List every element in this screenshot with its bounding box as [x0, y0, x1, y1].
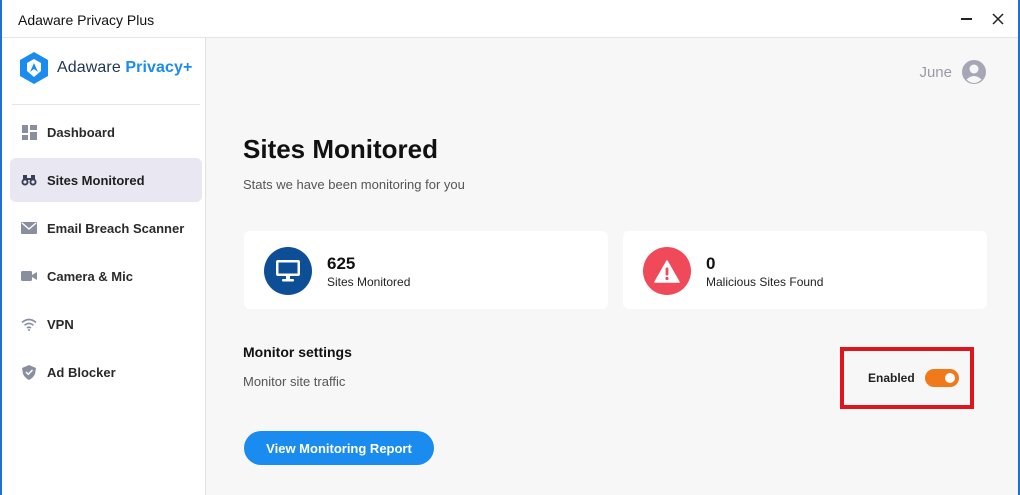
- window-title: Adaware Privacy Plus: [18, 12, 155, 28]
- toggle-knob: [944, 373, 955, 383]
- avatar-icon: [962, 60, 986, 84]
- minimize-icon: [960, 18, 972, 20]
- card-icon-circle: [643, 247, 691, 295]
- malicious-sites-label: Malicious Sites Found: [706, 275, 824, 289]
- sidebar-nav: Dashboard Sites Monitored Email Breach S…: [10, 104, 202, 398]
- brand-name: Adaware Privacy+: [57, 59, 193, 77]
- camera-icon: [21, 268, 37, 284]
- monitor-settings-title: Monitor settings: [243, 344, 352, 360]
- sites-monitored-card: 625 Sites Monitored: [244, 231, 608, 309]
- view-monitoring-report-button[interactable]: View Monitoring Report: [244, 431, 434, 465]
- close-button[interactable]: [984, 6, 1012, 32]
- sidebar-item-sites-monitored[interactable]: Sites Monitored: [10, 158, 202, 202]
- title-bar: Adaware Privacy Plus: [2, 0, 1018, 38]
- monitor-traffic-toggle[interactable]: Enabled: [868, 369, 959, 387]
- sidebar-item-label: Camera & Mic: [47, 268, 133, 284]
- app-window: Adaware Privacy Plus Adaware Privacy+ Da…: [0, 0, 1020, 495]
- close-icon: [992, 13, 1004, 25]
- page-subtitle: Stats we have been monitoring for you: [243, 177, 465, 192]
- brand-name-suffix: Privacy+: [125, 59, 193, 76]
- toggle-switch[interactable]: [924, 369, 959, 387]
- toggle-label: Enabled: [868, 371, 915, 385]
- minimize-button[interactable]: [952, 6, 980, 32]
- brand-logo[interactable]: Adaware Privacy+: [18, 51, 193, 85]
- sites-monitored-label: Sites Monitored: [327, 275, 411, 289]
- sidebar-item-label: Sites Monitored: [47, 172, 145, 188]
- sidebar-item-label: Ad Blocker: [47, 364, 116, 380]
- sidebar-item-email-breach-scanner[interactable]: Email Breach Scanner: [10, 206, 202, 250]
- user-menu[interactable]: June: [919, 60, 986, 84]
- sites-monitored-count: 625: [327, 254, 356, 273]
- sidebar-item-label: VPN: [47, 316, 74, 332]
- malicious-sites-card: 0 Malicious Sites Found: [623, 231, 987, 309]
- card-icon-circle: [264, 247, 312, 295]
- sidebar-item-dashboard[interactable]: Dashboard: [10, 110, 202, 154]
- binoculars-icon: [21, 172, 37, 188]
- page-title: Sites Monitored: [243, 134, 439, 164]
- adaware-logo-icon: [20, 52, 48, 84]
- sidebar-item-label: Dashboard: [47, 124, 115, 140]
- sidebar-item-vpn[interactable]: VPN: [10, 302, 202, 346]
- monitor-site-traffic-label: Monitor site traffic: [243, 374, 346, 389]
- user-name: June: [919, 63, 952, 81]
- sidebar-item-camera-mic[interactable]: Camera & Mic: [10, 254, 202, 298]
- sidebar-item-label: Email Breach Scanner: [47, 220, 185, 236]
- warning-icon: [654, 259, 680, 283]
- malicious-sites-count: 0: [706, 254, 716, 273]
- monitor-icon: [276, 260, 300, 282]
- envelope-icon: [21, 220, 37, 236]
- main-content: June Sites Monitored Stats we have been …: [207, 38, 1018, 495]
- shield-icon: [21, 364, 37, 380]
- sidebar-item-ad-blocker[interactable]: Ad Blocker: [10, 350, 202, 394]
- brand-name-prefix: Adaware: [57, 59, 126, 76]
- sidebar: Adaware Privacy+ Dashboard Sites Monitor…: [2, 38, 206, 495]
- wifi-icon: [21, 316, 37, 332]
- dashboard-icon: [21, 124, 37, 140]
